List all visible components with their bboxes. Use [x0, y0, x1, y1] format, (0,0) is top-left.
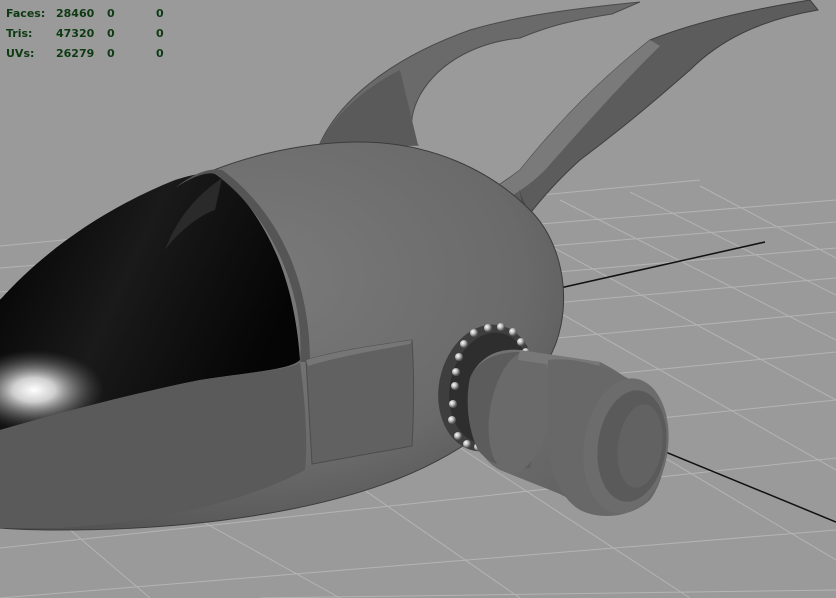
hud-value: 0 [107, 27, 115, 40]
hud-value: 0 [156, 47, 164, 60]
hud-value: 28460 [56, 7, 95, 20]
hud-value: 0 [156, 27, 164, 40]
hud-value: 26279 [56, 47, 95, 60]
hud-label: Tris: [6, 27, 33, 40]
hud-label: UVs: [6, 47, 35, 60]
hud-value: 47320 [56, 27, 95, 40]
viewport-scene[interactable] [0, 0, 836, 598]
hud-value: 0 [107, 47, 115, 60]
engine-nozzle[interactable] [467, 346, 677, 519]
hud-value: 0 [107, 7, 115, 20]
3d-viewport[interactable]: Faces: 28460 0 0 Tris: 47320 0 0 UVs: 26… [0, 0, 836, 598]
hud-label: Faces: [6, 7, 46, 20]
hud-value: 0 [156, 7, 164, 20]
